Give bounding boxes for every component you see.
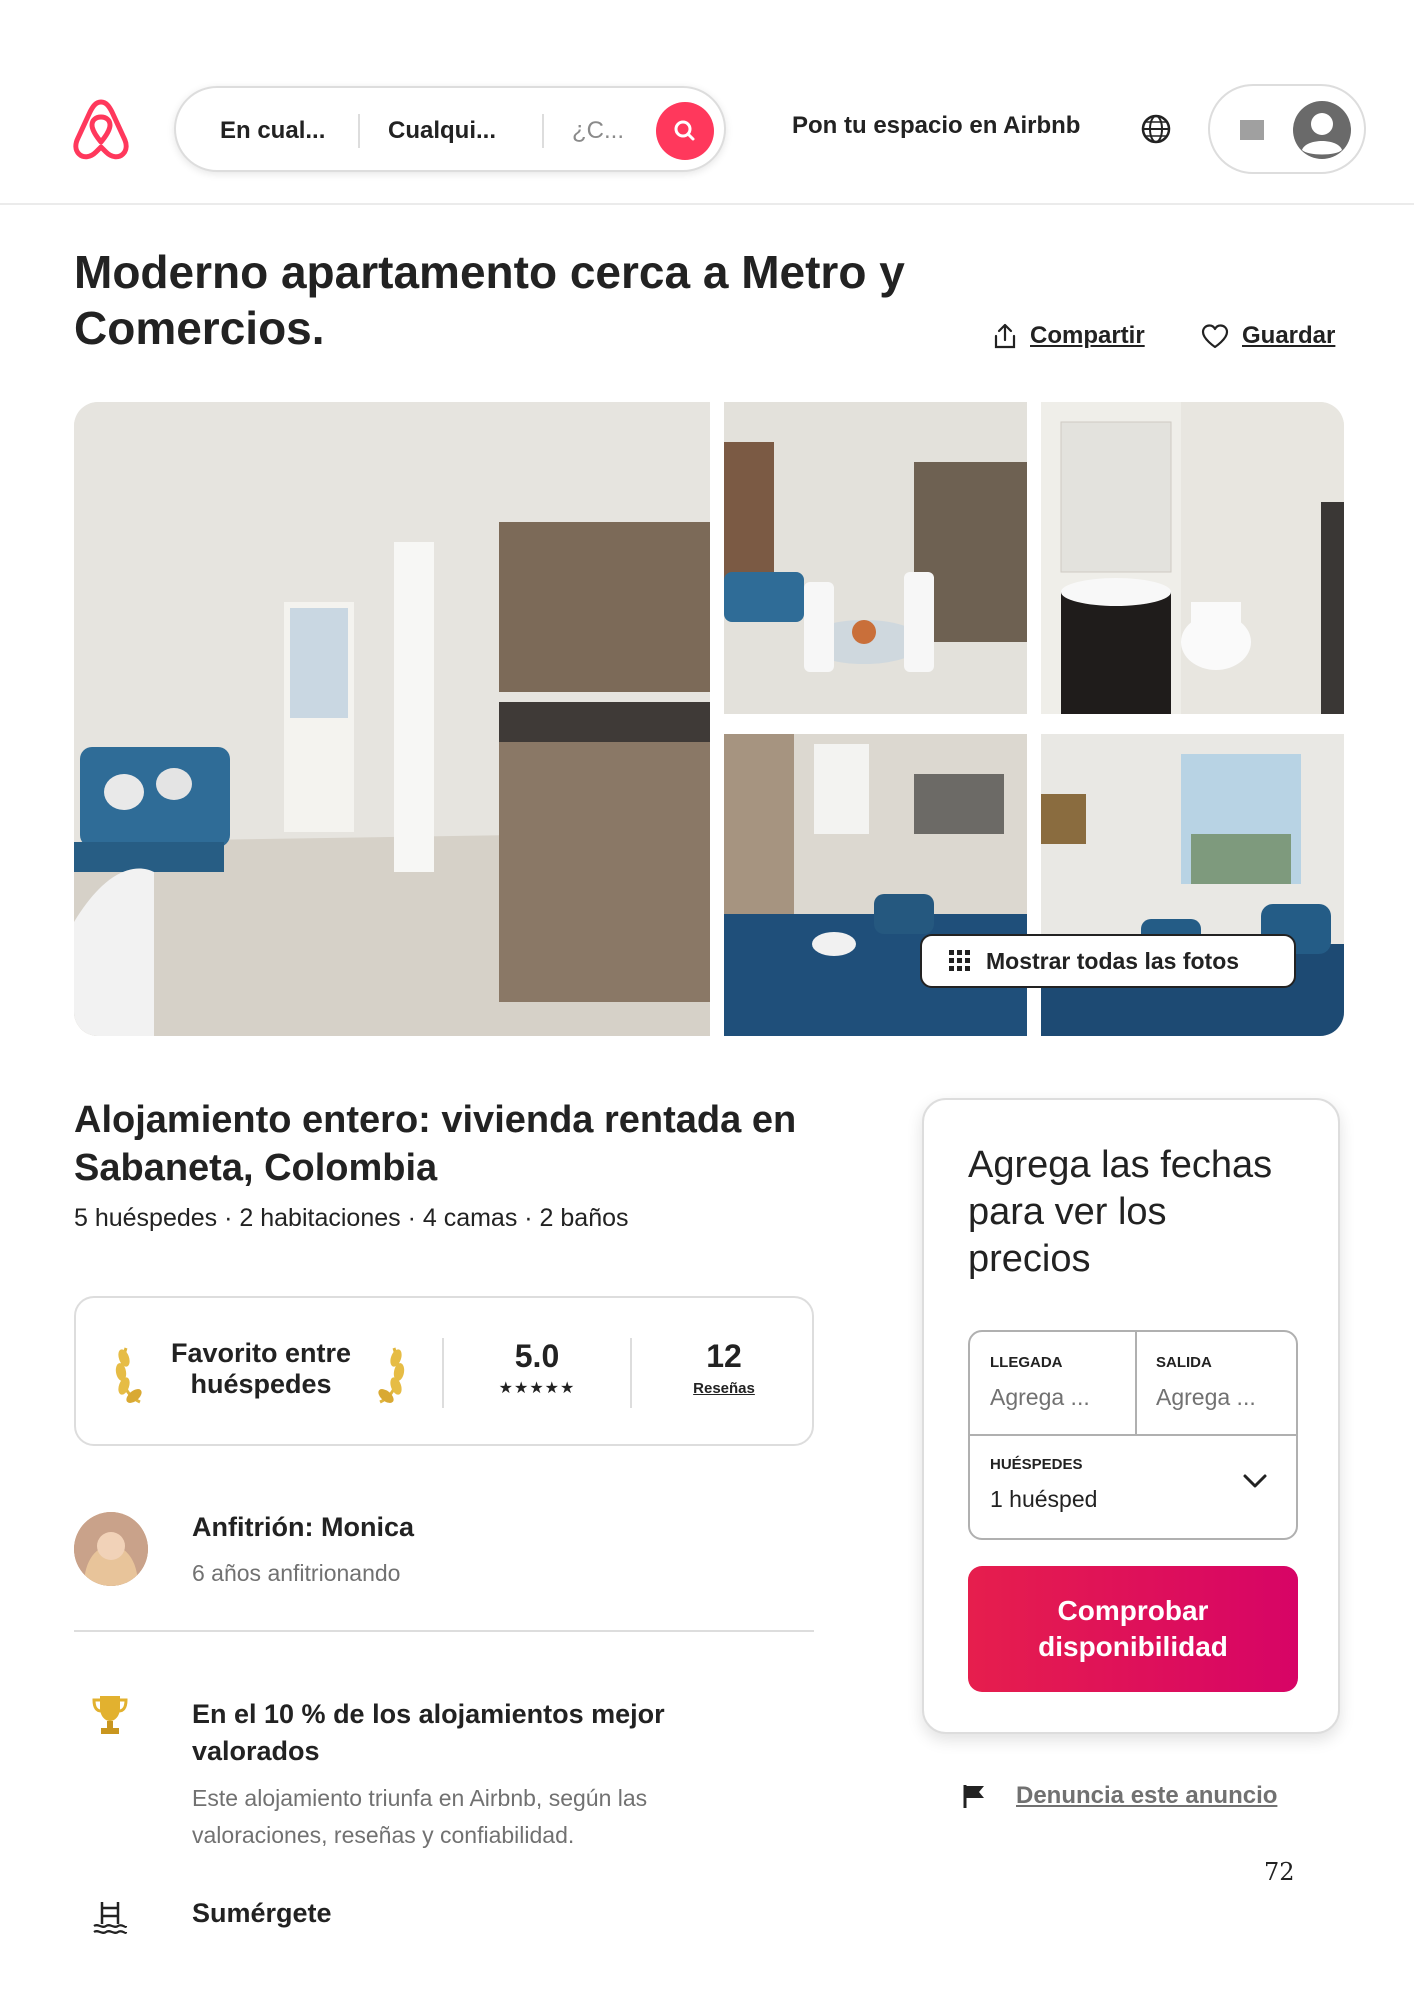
- listing-subtitle: Alojamiento entero: vivienda rentada en …: [74, 1099, 797, 1189]
- report-label: Denuncia este anuncio: [1016, 1782, 1278, 1809]
- search-button[interactable]: [656, 102, 714, 160]
- pool-icon: [93, 1902, 128, 1934]
- globe-icon[interactable]: [1140, 113, 1172, 145]
- top-10-title: En el 10 % de los alojamientos mejor val…: [192, 1699, 665, 1766]
- bedroom-image-1: [724, 734, 1027, 1036]
- rating-value: 5.0: [514, 1338, 560, 1374]
- save-button[interactable]: Guardar: [1200, 322, 1335, 350]
- search-icon: [674, 120, 695, 141]
- host-your-space-link[interactable]: Pon tu espacio en Airbnb: [792, 112, 1080, 140]
- main-photo[interactable]: [74, 402, 710, 1036]
- host-years: 6 años anfitrionando: [192, 1560, 401, 1586]
- checkout-label: SALIDA: [1156, 1354, 1212, 1371]
- host-photo: [74, 1512, 148, 1586]
- airbnb-logo-icon[interactable]: [70, 96, 132, 162]
- top-header: En cual... Cualqui... ¿C... Pon tu espac…: [0, 0, 1414, 205]
- date-guest-picker[interactable]: LLEGADA Agrega ... SALIDA Agrega ... HUÉ…: [968, 1330, 1298, 1540]
- report-listing-link[interactable]: Denuncia este anuncio: [962, 1782, 1277, 1810]
- search-location[interactable]: En cual...: [220, 88, 325, 174]
- flag-icon: [963, 1785, 984, 1808]
- save-label: Guardar: [1242, 322, 1336, 349]
- reviews-count[interactable]: 12: [632, 1338, 816, 1375]
- user-avatar-icon: [1293, 101, 1351, 159]
- laurel-left-icon: [115, 1347, 142, 1404]
- bathroom-image: [1041, 402, 1344, 714]
- bedroom-photo-1[interactable]: [724, 734, 1027, 1036]
- reviews-link[interactable]: Reseñas: [632, 1380, 816, 1397]
- guests-field[interactable]: 1 huésped: [990, 1486, 1097, 1513]
- search-dates[interactable]: Cualqui...: [388, 88, 496, 174]
- booking-card: Agrega las fechas para ver los precios L…: [922, 1098, 1340, 1734]
- host-avatar[interactable]: [74, 1512, 148, 1586]
- menu-icon: [1240, 120, 1264, 140]
- dive-in-title: Sumérgete: [192, 1898, 332, 1928]
- checkin-field[interactable]: Agrega ...: [990, 1384, 1090, 1411]
- check-availability-button[interactable]: Comprobar disponibilidad: [968, 1566, 1298, 1692]
- top-10-description: Este alojamiento triunfa en Airbnb, segú…: [192, 1785, 648, 1848]
- search-divider: [542, 114, 544, 148]
- search-divider: [358, 114, 360, 148]
- listing-title: Moderno apartamento cerca a Metro y Come…: [74, 246, 905, 354]
- heart-icon: [1201, 324, 1229, 349]
- checkin-label: LLEGADA: [990, 1354, 1063, 1371]
- trophy-icon: [92, 1696, 128, 1734]
- divider: [1135, 1332, 1137, 1434]
- dining-room-image: [724, 402, 1027, 714]
- guests-label: HUÉSPEDES: [990, 1456, 1083, 1473]
- host-name: Anfitrión: Monica: [192, 1512, 414, 1542]
- user-menu-button[interactable]: [1208, 84, 1366, 174]
- bedroom-image-2: [1041, 734, 1344, 1036]
- search-guests[interactable]: ¿C...: [572, 88, 624, 174]
- bathroom-photo[interactable]: [1041, 402, 1344, 714]
- grid-icon: [949, 950, 970, 971]
- divider: [970, 1434, 1296, 1436]
- share-label: Compartir: [1030, 322, 1145, 349]
- bedroom-photo-2[interactable]: [1041, 734, 1344, 1036]
- guest-favorite-label: Favorito entre huéspedes: [170, 1338, 352, 1399]
- dining-room-photo[interactable]: [724, 402, 1027, 714]
- rating-stars: ★★★★★: [498, 1380, 576, 1397]
- guest-favorite-box[interactable]: Favorito entre huéspedes 5.0 ★★★★★ 12 Re…: [74, 1296, 814, 1446]
- checkout-field[interactable]: Agrega ...: [1156, 1384, 1256, 1411]
- share-button[interactable]: Compartir: [992, 322, 1145, 350]
- show-all-photos-button[interactable]: Mostrar todas las fotos: [920, 934, 1296, 988]
- share-icon: [994, 323, 1016, 349]
- show-all-photos-label: Mostrar todas las fotos: [986, 947, 1240, 974]
- listing-capacity: 5 huéspedes · 2 habitaciones · 4 camas ·…: [74, 1204, 629, 1232]
- living-room-photo: [74, 402, 710, 1036]
- search-bar[interactable]: En cual... Cualqui... ¿C...: [174, 86, 726, 172]
- laurel-right-icon: [378, 1347, 405, 1404]
- booking-prompt: Agrega las fechas para ver los precios: [968, 1144, 1273, 1280]
- section-divider: [74, 1630, 814, 1632]
- page-number: 72: [1264, 1858, 1295, 1886]
- chevron-down-icon[interactable]: [1242, 1472, 1268, 1490]
